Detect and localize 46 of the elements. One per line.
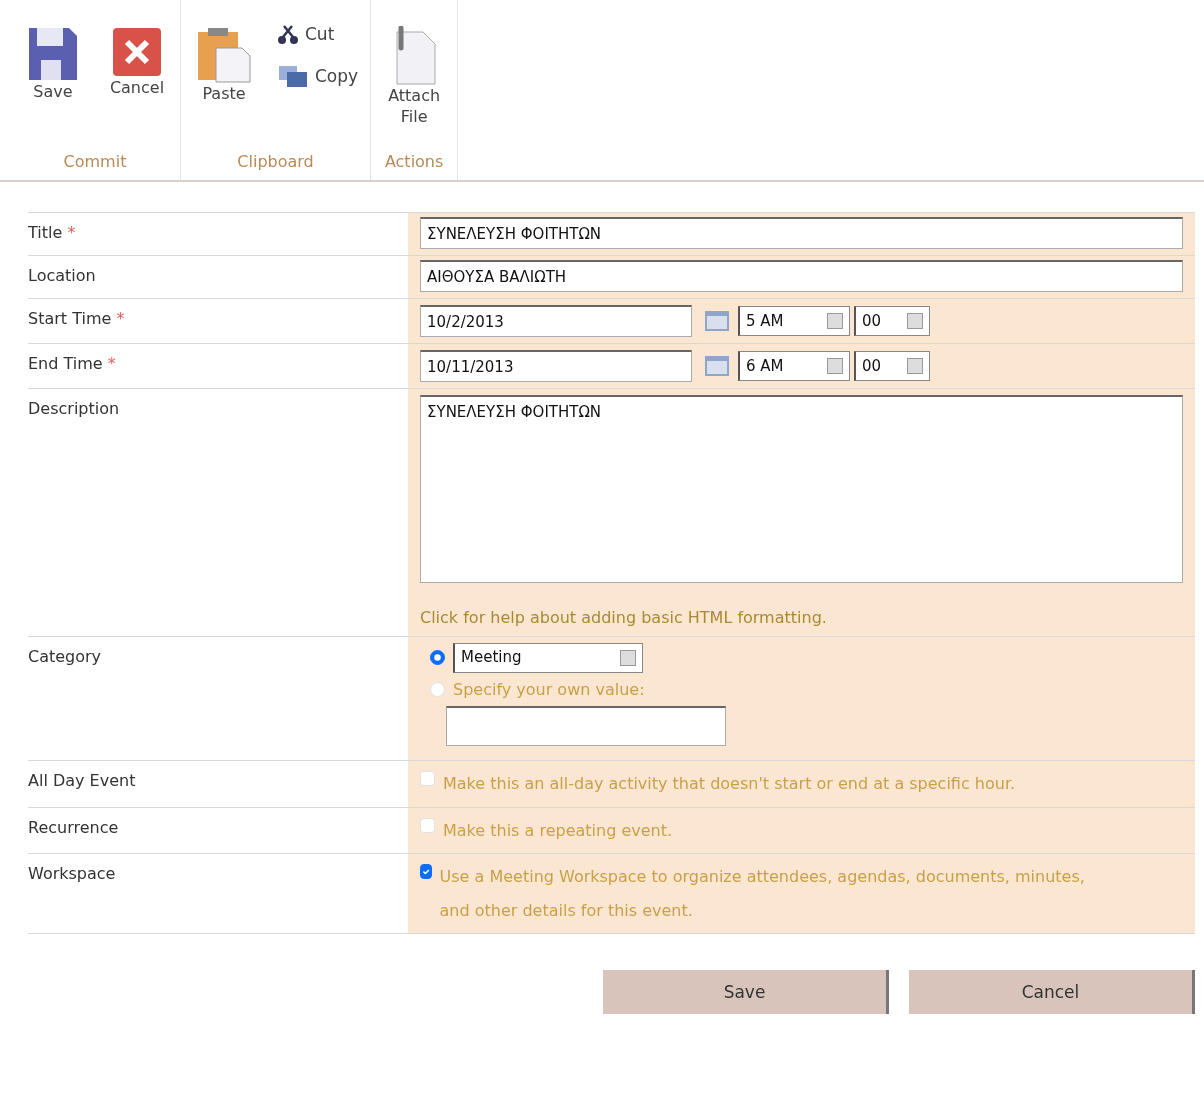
field-label: All Day Event [28,771,136,791]
field-label: Category [28,646,102,666]
checkbox[interactable] [420,864,432,880]
text-field[interactable] [446,706,726,747]
group-label: Actions [383,151,445,173]
dropdown[interactable]: 00 [854,306,930,336]
radio-button[interactable] [430,650,445,665]
clipboard-icon [196,26,252,84]
required-mark: * [116,309,125,328]
required-mark: * [107,354,116,373]
date-field[interactable]: 10/2/2013 [420,305,692,337]
ribbon-button[interactable]: Paste [189,18,259,150]
ribbon-button[interactable]: Cut [273,18,363,52]
calendar-icon[interactable] [704,355,730,377]
field-label: End Time [28,354,103,373]
field-label: Description [28,399,120,418]
scissors-icon [277,24,299,45]
ribbon-button[interactable]: Copy [273,59,363,93]
field-label: Location [28,266,96,285]
field-label: Workspace [28,864,116,884]
form-button[interactable]: Cancel [909,970,1195,1015]
text-field[interactable]: ΣΥΝΕΛΕΥΣΗ ΦΟΙΤΗΤΩΝ [420,217,1183,249]
form-button[interactable]: Save [603,970,889,1015]
date-field[interactable]: 10/11/2013 [420,350,692,382]
text-area[interactable]: ΣΥΝΕΛΕΥΣΗ ΦΟΙΤΗΤΩΝ [420,395,1183,583]
checkbox-label: Make this an all-day activity that doesn't start or end at a specific hour. [443,773,1016,796]
checkbox-label: Make this a repeating event. [443,819,673,842]
copy-icon [277,64,309,89]
calendar-icon[interactable] [704,310,730,332]
dropdown[interactable]: Meeting [453,642,643,673]
option-label: Specify your own value: [453,678,645,701]
dropdown[interactable]: 00 [854,351,930,381]
field-label: Recurrence [28,817,119,837]
group-label: Clipboard [236,151,315,173]
ribbon-button[interactable]: Attach File [379,18,450,150]
ribbon-button[interactable]: Save [18,18,88,150]
checkbox-label: Use a Meeting Workspace to organize attendees, agendas, documents, minutes, and other details for this event. [439,866,1086,922]
required-mark: * [67,223,76,242]
cancel-icon [111,26,163,78]
dropdown[interactable]: 5 AM [738,306,850,336]
field-label: Start Time [28,309,112,328]
text-field[interactable]: ΑΙΘΟΥΣΑ ΒΑΛΙΩΤΗ [420,260,1183,292]
dropdown[interactable]: 6 AM [738,351,850,381]
field-label: Title [28,223,63,242]
group-label: Commit [62,151,128,173]
ribbon-button[interactable]: Cancel [102,18,172,150]
